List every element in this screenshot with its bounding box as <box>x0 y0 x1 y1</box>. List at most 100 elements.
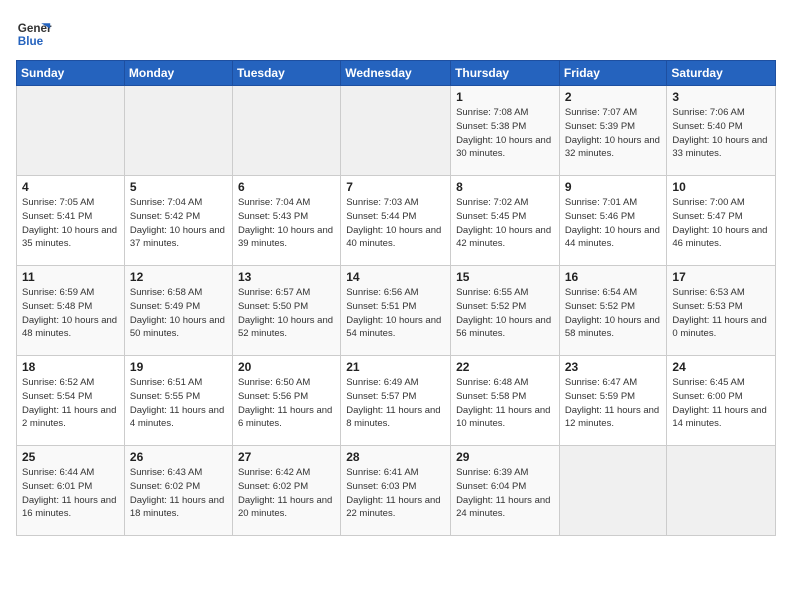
week-row: 1 Sunrise: 7:08 AMSunset: 5:38 PMDaylight… <box>17 86 776 176</box>
day-info: Sunrise: 7:05 AMSunset: 5:41 PMDaylight:… <box>22 196 119 251</box>
calendar-cell: 26 Sunrise: 6:43 AMSunset: 6:02 PMDayligh… <box>124 446 232 536</box>
day-info: Sunrise: 7:00 AMSunset: 5:47 PMDaylight:… <box>672 196 770 251</box>
calendar-cell: 8Sunrise: 7:02 AMSunset: 5:45 PMDaylight… <box>451 176 560 266</box>
day-info: Sunrise: 7:04 AMSunset: 5:43 PMDaylight:… <box>238 196 335 251</box>
day-info: Sunrise: 6:41 AMSunset: 6:03 PMDaylight:… <box>346 466 445 521</box>
column-header-saturday: Saturday <box>667 61 776 86</box>
day-info: Sunrise: 7:07 AMSunset: 5:39 PMDaylight:… <box>565 106 662 161</box>
calendar-cell: 10 Sunrise: 7:00 AMSunset: 5:47 PMDayligh… <box>667 176 776 266</box>
day-number: 14 <box>346 270 445 284</box>
day-number: 12 <box>130 270 227 284</box>
calendar-cell: 15 Sunrise: 6:55 AMSunset: 5:52 PMDayligh… <box>451 266 560 356</box>
day-info: Sunrise: 7:08 AMSunset: 5:38 PMDaylight:… <box>456 106 554 161</box>
day-info: Sunrise: 6:47 AMSunset: 5:59 PMDaylight:… <box>565 376 662 431</box>
calendar-cell <box>232 86 340 176</box>
day-number: 11 <box>22 270 119 284</box>
day-number: 29 <box>456 450 554 464</box>
day-info: Sunrise: 6:56 AMSunset: 5:51 PMDaylight:… <box>346 286 445 341</box>
day-info: Sunrise: 7:01 AMSunset: 5:46 PMDaylight:… <box>565 196 662 251</box>
calendar-cell: 23 Sunrise: 6:47 AMSunset: 5:59 PMDayligh… <box>559 356 667 446</box>
day-info: Sunrise: 6:49 AMSunset: 5:57 PMDaylight:… <box>346 376 445 431</box>
week-row: 18 Sunrise: 6:52 AMSunset: 5:54 PMDayligh… <box>17 356 776 446</box>
calendar-cell <box>667 446 776 536</box>
logo: General Blue <box>16 16 52 52</box>
calendar-cell: 19Sunrise: 6:51 AMSunset: 5:55 PMDayligh… <box>124 356 232 446</box>
calendar-cell: 18 Sunrise: 6:52 AMSunset: 5:54 PMDayligh… <box>17 356 125 446</box>
calendar-header: SundayMondayTuesdayWednesdayThursdayFrid… <box>17 61 776 86</box>
calendar-cell <box>559 446 667 536</box>
calendar-cell: 17 Sunrise: 6:53 AMSunset: 5:53 PMDayligh… <box>667 266 776 356</box>
day-number: 6 <box>238 180 335 194</box>
day-number: 20 <box>238 360 335 374</box>
day-number: 2 <box>565 90 662 104</box>
day-info: Sunrise: 6:55 AMSunset: 5:52 PMDaylight:… <box>456 286 554 341</box>
day-info: Sunrise: 6:44 AMSunset: 6:01 PMDaylight:… <box>22 466 119 521</box>
day-number: 7 <box>346 180 445 194</box>
column-header-friday: Friday <box>559 61 667 86</box>
day-number: 19 <box>130 360 227 374</box>
column-header-sunday: Sunday <box>17 61 125 86</box>
calendar-cell: 3 Sunrise: 7:06 AMSunset: 5:40 PMDaylight… <box>667 86 776 176</box>
calendar-cell: 16Sunrise: 6:54 AMSunset: 5:52 PMDayligh… <box>559 266 667 356</box>
calendar-cell <box>124 86 232 176</box>
calendar-cell: 29 Sunrise: 6:39 AMSunset: 6:04 PMDayligh… <box>451 446 560 536</box>
day-number: 9 <box>565 180 662 194</box>
column-header-tuesday: Tuesday <box>232 61 340 86</box>
calendar-cell: 1 Sunrise: 7:08 AMSunset: 5:38 PMDaylight… <box>451 86 560 176</box>
day-number: 18 <box>22 360 119 374</box>
day-number: 16 <box>565 270 662 284</box>
day-number: 3 <box>672 90 770 104</box>
calendar-cell: 14 Sunrise: 6:56 AMSunset: 5:51 PMDayligh… <box>341 266 451 356</box>
calendar-cell: 7 Sunrise: 7:03 AMSunset: 5:44 PMDaylight… <box>341 176 451 266</box>
day-number: 13 <box>238 270 335 284</box>
day-info: Sunrise: 7:04 AMSunset: 5:42 PMDaylight:… <box>130 196 227 251</box>
day-number: 10 <box>672 180 770 194</box>
calendar-table: SundayMondayTuesdayWednesdayThursdayFrid… <box>16 60 776 536</box>
day-info: Sunrise: 6:39 AMSunset: 6:04 PMDaylight:… <box>456 466 554 521</box>
calendar-cell: 20Sunrise: 6:50 AMSunset: 5:56 PMDayligh… <box>232 356 340 446</box>
day-info: Sunrise: 6:53 AMSunset: 5:53 PMDaylight:… <box>672 286 770 341</box>
day-number: 4 <box>22 180 119 194</box>
calendar-cell: 2 Sunrise: 7:07 AMSunset: 5:39 PMDaylight… <box>559 86 667 176</box>
day-info: Sunrise: 6:42 AMSunset: 6:02 PMDaylight:… <box>238 466 335 521</box>
calendar-body: 1 Sunrise: 7:08 AMSunset: 5:38 PMDaylight… <box>17 86 776 536</box>
day-number: 22 <box>456 360 554 374</box>
week-row: 25 Sunrise: 6:44 AMSunset: 6:01 PMDayligh… <box>17 446 776 536</box>
calendar-cell: 27 Sunrise: 6:42 AMSunset: 6:02 PMDayligh… <box>232 446 340 536</box>
calendar-cell: 13 Sunrise: 6:57 AMSunset: 5:50 PMDayligh… <box>232 266 340 356</box>
page-header: General Blue <box>16 16 776 52</box>
day-number: 15 <box>456 270 554 284</box>
day-number: 17 <box>672 270 770 284</box>
calendar-cell: 24 Sunrise: 6:45 AMSunset: 6:00 PMDayligh… <box>667 356 776 446</box>
day-info: Sunrise: 6:59 AMSunset: 5:48 PMDaylight:… <box>22 286 119 341</box>
calendar-cell: 5 Sunrise: 7:04 AMSunset: 5:42 PMDaylight… <box>124 176 232 266</box>
day-info: Sunrise: 6:57 AMSunset: 5:50 PMDaylight:… <box>238 286 335 341</box>
column-header-wednesday: Wednesday <box>341 61 451 86</box>
calendar-cell: 4 Sunrise: 7:05 AMSunset: 5:41 PMDaylight… <box>17 176 125 266</box>
column-header-thursday: Thursday <box>451 61 560 86</box>
day-info: Sunrise: 7:03 AMSunset: 5:44 PMDaylight:… <box>346 196 445 251</box>
day-number: 27 <box>238 450 335 464</box>
day-number: 23 <box>565 360 662 374</box>
calendar-cell: 9 Sunrise: 7:01 AMSunset: 5:46 PMDaylight… <box>559 176 667 266</box>
day-info: Sunrise: 6:45 AMSunset: 6:00 PMDaylight:… <box>672 376 770 431</box>
day-number: 5 <box>130 180 227 194</box>
calendar-cell: 22Sunrise: 6:48 AMSunset: 5:58 PMDayligh… <box>451 356 560 446</box>
day-info: Sunrise: 6:52 AMSunset: 5:54 PMDaylight:… <box>22 376 119 431</box>
day-number: 24 <box>672 360 770 374</box>
day-number: 25 <box>22 450 119 464</box>
day-number: 1 <box>456 90 554 104</box>
svg-text:Blue: Blue <box>18 35 44 48</box>
calendar-cell: 28Sunrise: 6:41 AMSunset: 6:03 PMDayligh… <box>341 446 451 536</box>
calendar-cell: 21Sunrise: 6:49 AMSunset: 5:57 PMDayligh… <box>341 356 451 446</box>
calendar-cell: 6 Sunrise: 7:04 AMSunset: 5:43 PMDaylight… <box>232 176 340 266</box>
calendar-cell <box>341 86 451 176</box>
day-info: Sunrise: 6:43 AMSunset: 6:02 PMDaylight:… <box>130 466 227 521</box>
day-info: Sunrise: 7:06 AMSunset: 5:40 PMDaylight:… <box>672 106 770 161</box>
week-row: 4 Sunrise: 7:05 AMSunset: 5:41 PMDaylight… <box>17 176 776 266</box>
day-number: 26 <box>130 450 227 464</box>
logo-icon: General Blue <box>16 16 52 52</box>
day-info: Sunrise: 6:58 AMSunset: 5:49 PMDaylight:… <box>130 286 227 341</box>
calendar-cell <box>17 86 125 176</box>
calendar-cell: 12 Sunrise: 6:58 AMSunset: 5:49 PMDayligh… <box>124 266 232 356</box>
